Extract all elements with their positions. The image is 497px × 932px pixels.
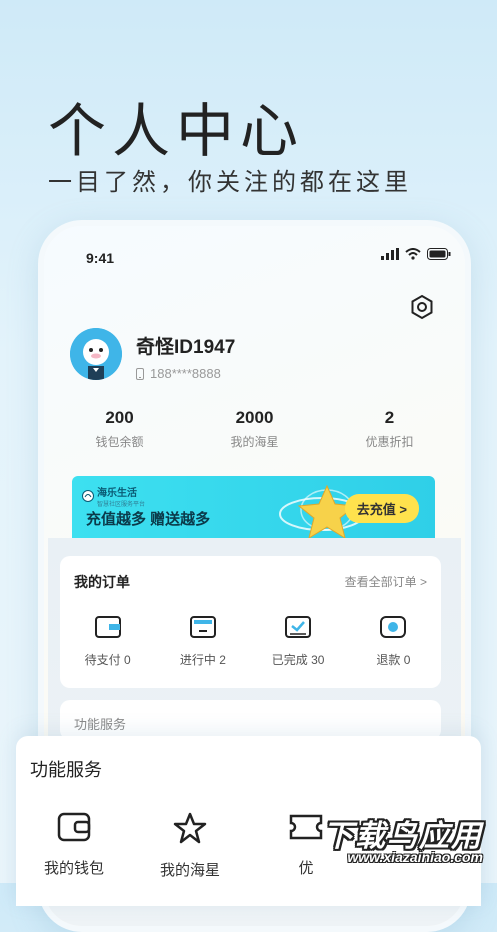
banner-logo-text: 海乐生活: [97, 488, 137, 499]
wallet-icon: [57, 812, 91, 842]
wifi-icon: [405, 248, 421, 260]
recharge-banner[interactable]: 海乐生活 智慧社区服务平台 充值越多 赠送越多 去充值 >: [72, 476, 435, 538]
services-title: 功能服务: [30, 760, 102, 780]
banner-logo-sub: 智慧社区服务平台: [97, 502, 146, 508]
status-icons: [381, 248, 451, 260]
service-my-wallet[interactable]: 我的钱包: [16, 812, 132, 880]
username: 奇怪ID1947: [136, 337, 236, 358]
battery-icon: [427, 248, 451, 260]
service-label: 我的海星: [159, 862, 220, 879]
view-all-orders-link[interactable]: 查看全部订单 >: [345, 573, 427, 590]
services-card-background: 功能服务: [60, 700, 441, 740]
stat-value: 2: [384, 408, 395, 427]
service-my-starfish[interactable]: 我的海星: [132, 812, 248, 880]
signal-icon: [381, 248, 399, 260]
order-status-label: 已完成 30: [271, 653, 325, 667]
phone-icon: [136, 367, 144, 380]
phone-number: 188****8888: [150, 366, 221, 381]
banner-logo: 海乐生活 智慧社区服务平台: [82, 484, 145, 508]
stat-value: 2000: [235, 408, 274, 427]
orders-title: 我的订单: [74, 574, 130, 590]
stat-value: 200: [105, 408, 134, 427]
watermark: 下载鸟应用 www.xiazainiao.com: [295, 809, 491, 873]
stat-label: 优惠折扣: [365, 435, 414, 449]
stat-my-starfish[interactable]: 2000 我的海星: [195, 408, 315, 450]
banner-text: 充值越多 赠送越多: [86, 511, 211, 528]
completed-icon: [285, 616, 312, 638]
avatar[interactable]: [70, 328, 122, 380]
order-status-completed[interactable]: 已完成 30: [253, 616, 343, 668]
stats-row: 200 钱包余额 2000 我的海星 2 优惠折扣: [52, 408, 457, 450]
order-status-refund[interactable]: 退款 0: [348, 616, 438, 668]
stat-label: 钱包余额: [95, 435, 144, 449]
watermark-url: www.xiazainiao.com: [347, 849, 483, 865]
status-time: 9:41: [86, 250, 115, 266]
stat-label: 我的海星: [230, 435, 279, 449]
stat-wallet-balance[interactable]: 200 钱包余额: [60, 408, 180, 450]
order-status-pending[interactable]: 待支付 0: [63, 616, 153, 668]
order-status-label: 退款 0: [376, 653, 411, 667]
stat-discounts[interactable]: 2 优惠折扣: [330, 408, 450, 450]
settings-icon[interactable]: [409, 294, 435, 320]
services-ghost-title: 功能服务: [74, 717, 127, 732]
wallet-pending-icon: [94, 616, 121, 638]
order-status-in-progress[interactable]: 进行中 2: [158, 616, 248, 668]
order-status-label: 待支付 0: [84, 653, 131, 667]
star-icon: [173, 812, 207, 844]
in-progress-icon: [189, 616, 216, 638]
hero-title: 个人中心: [48, 99, 305, 164]
hero-subtitle: 一目了然，你关注的都在这里: [48, 169, 412, 196]
recharge-button[interactable]: 去充值 >: [344, 494, 419, 523]
logo-icon: [82, 490, 94, 502]
service-label: 我的钱包: [43, 860, 104, 877]
orders-card: 我的订单 查看全部订单 > 待支付 0 进行中 2 已完成 30 退款 0: [60, 556, 441, 688]
refund-icon: [380, 616, 407, 638]
order-status-label: 进行中 2: [179, 653, 226, 667]
phone-row: 188****8888: [136, 366, 221, 381]
